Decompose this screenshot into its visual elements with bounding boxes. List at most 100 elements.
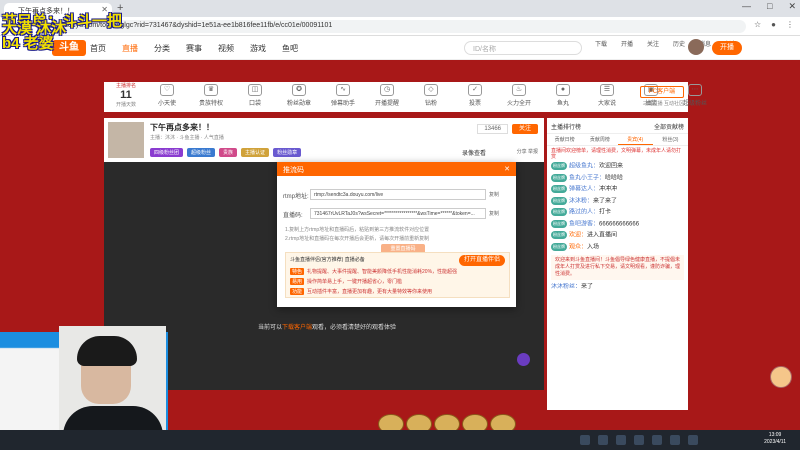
- tool-noble[interactable]: ♛ 贵族特权: [194, 84, 228, 107]
- tool-fishball[interactable]: ● 鱼丸: [546, 84, 580, 107]
- window-controls: — □ ✕: [742, 1, 796, 12]
- vote-icon: ✓: [468, 84, 482, 96]
- stream-key-field[interactable]: 731467rUvLRTaJ0s?wsSecret=**************…: [310, 208, 486, 219]
- chat-list[interactable]: 粉丝牌 超级鱼丸：欢迎回来 粉丝牌 鱼丸小王子：哈哈哈 粉丝牌 弹幕达人：冲冲冲 粉丝…: [547, 162, 688, 291]
- nav-item-live[interactable]: 直播: [122, 43, 138, 54]
- app-icon[interactable]: [598, 435, 608, 445]
- os-taskbar: 13:09 2023/4/11: [0, 430, 800, 450]
- follow-button[interactable]: 关注: [512, 124, 538, 134]
- pc-client-sub: 三屏直播 互动社区: [642, 101, 684, 107]
- chat-notice: 欢迎来到斗鱼直播间！斗鱼倡导绿色健康直播，不提倡未成年人打赏及进行私下交易，请文…: [551, 254, 684, 280]
- avatar[interactable]: [688, 39, 704, 55]
- record-link[interactable]: 录像查看: [462, 148, 486, 157]
- tool-fire[interactable]: ♨ 火力全开: [502, 84, 536, 107]
- site-nav: 斗鱼 首页 直播 分类 赛事 视频 游戏 鱼吧 ID/名称 下载 开播 关注 历…: [0, 36, 800, 60]
- angel-icon: ♡: [160, 84, 174, 96]
- tool-danmu[interactable]: ∿ 弹幕助手: [326, 84, 360, 107]
- download-client-link[interactable]: 下载客户端: [282, 325, 312, 331]
- app-icon[interactable]: [634, 435, 644, 445]
- chat-message: 粉丝牌 鱼吧游客：666666666666: [551, 219, 640, 228]
- nav-item-games[interactable]: 游戏: [250, 43, 266, 54]
- fire-icon: ♨: [512, 84, 526, 96]
- profile-icon[interactable]: ●: [771, 20, 776, 29]
- nav-item-events[interactable]: 赛事: [186, 43, 202, 54]
- chat-message: 沐沐粉丝：来了: [551, 283, 594, 290]
- tool-fan-medal[interactable]: ✪ 粉丝勋章: [282, 84, 316, 107]
- app-icon[interactable]: [652, 435, 662, 445]
- tool-remind[interactable]: ◷ 开播提醒: [370, 84, 404, 107]
- tool-angel[interactable]: ♡ 小天使: [150, 84, 184, 107]
- clock-date: 2023/4/11: [764, 439, 786, 445]
- crown-icon: ♛: [204, 84, 218, 96]
- star-icon[interactable]: ☆: [754, 20, 761, 29]
- host-rank-link[interactable]: 主播排行榜: [551, 122, 581, 131]
- address-icons: ☆ ● ⋮: [754, 20, 794, 29]
- copy-key-button[interactable]: 复制: [489, 210, 499, 217]
- rank-number: 11: [120, 89, 132, 101]
- floating-gift-icon[interactable]: [770, 366, 792, 388]
- nav-item-category[interactable]: 分类: [154, 43, 170, 54]
- rank-box[interactable]: 主播排名 11 开播天数: [106, 82, 146, 112]
- app-icon[interactable]: [670, 435, 680, 445]
- rtmp-field[interactable]: rtmp://sendtc3a.douyu.com/live: [310, 189, 486, 200]
- maximize-button[interactable]: □: [767, 1, 772, 12]
- room-tag[interactable]: 超级粉丝: [187, 148, 216, 157]
- tab-weekly[interactable]: 贡献周榜: [582, 134, 617, 145]
- tool-diamond[interactable]: ◇ 钻粉: [414, 84, 448, 107]
- host-avatar[interactable]: [108, 122, 144, 158]
- nav-download[interactable]: 下载: [594, 39, 608, 48]
- nav-follow[interactable]: 关注: [646, 39, 660, 48]
- tab-daily[interactable]: 贡献日榜: [547, 134, 582, 145]
- webcam-person-hair: [77, 336, 137, 366]
- site-logo[interactable]: 斗鱼: [52, 40, 86, 56]
- menu-icon[interactable]: ⋮: [786, 20, 794, 29]
- bag-icon: ◫: [248, 84, 262, 96]
- tool-talk[interactable]: ☰ 大家说: [590, 84, 624, 107]
- tab-vip[interactable]: 贵宾(4): [617, 134, 653, 145]
- app-icon[interactable]: [688, 435, 698, 445]
- close-icon[interactable]: ✕: [504, 165, 510, 173]
- chat-message: 粉丝牌 弹幕达人：冲冲冲: [551, 185, 618, 194]
- share-links[interactable]: 分享 举报: [517, 148, 538, 155]
- chat-panel: 主播排行榜 全部贡献榜 贡献日榜 贡献周榜 贵宾(4) 粉丝(3) 直播间欢迎榜…: [547, 118, 688, 410]
- rank-label: 主播排名: [115, 83, 136, 89]
- search-input[interactable]: ID/名称: [464, 41, 582, 55]
- tool-feature: 功能 互动插件丰富，直播更加有趣，更有大量特效等你来使用: [290, 288, 433, 295]
- room-tag[interactable]: 粉丝勋章: [273, 148, 302, 157]
- app-icon[interactable]: [580, 435, 590, 445]
- wave-icon: ∿: [336, 84, 350, 96]
- tool-pocket[interactable]: ◫ 口袋: [238, 84, 272, 107]
- medal-icon: ✪: [292, 84, 306, 96]
- minimize-button[interactable]: —: [742, 1, 751, 12]
- app-icon[interactable]: [616, 435, 626, 445]
- pc-client-button[interactable]: PC客户端: [640, 86, 684, 98]
- key-label: 直播码:: [283, 213, 303, 219]
- room-title: 下午再点多来！！: [150, 123, 214, 132]
- nav-history[interactable]: 历史: [672, 39, 686, 48]
- tool-vote[interactable]: ✓ 投票: [458, 84, 492, 107]
- copy-rtmp-button[interactable]: 复制: [489, 191, 499, 198]
- room-meta: 主播：沐沐 · 斗鱼主播 · 人气直播: [150, 135, 224, 141]
- open-tool-button[interactable]: 打开直播伴侣: [459, 255, 505, 266]
- chat-message: 粉丝牌 观众：入场: [551, 243, 600, 252]
- nav-item-home[interactable]: 首页: [90, 43, 106, 54]
- taskbar-clock[interactable]: 13:09 2023/4/11: [764, 432, 786, 446]
- room-header: 下午再点多来！！ 主播：沐沐 · 斗鱼主播 · 人气直播 四级粉丝团 超级粉丝 …: [104, 118, 544, 162]
- room-tag[interactable]: 主播认证: [241, 148, 270, 157]
- streaming-tool-box: 斗鱼直播伴侣(官方推荐) 直播必备 打开直播伴侣 特色 礼物提醒、大事件提醒、智能…: [285, 252, 510, 298]
- room-tag[interactable]: 贵族: [219, 148, 238, 157]
- contrib-rank-link[interactable]: 全部贡献榜: [654, 122, 684, 131]
- floating-ball-icon[interactable]: [517, 353, 530, 366]
- start-live-button[interactable]: 开播: [712, 41, 742, 55]
- player-message: 当前可以下载客户端观看，必须看清楚好的观看体验: [258, 325, 397, 331]
- close-window-button[interactable]: ✕: [788, 1, 796, 12]
- overlay-line-3: b4 老婆: [2, 35, 54, 52]
- nav-start-live[interactable]: 开播: [620, 39, 634, 48]
- nav-item-video[interactable]: 视频: [218, 43, 234, 54]
- chat-icon: ☰: [600, 84, 614, 96]
- room-tag[interactable]: 四级粉丝团: [150, 148, 184, 157]
- nav-item-fishbar[interactable]: 鱼吧: [282, 43, 298, 54]
- url-field[interactable]: douyu.com/topic/yglgc?rid=731467&dyshid=…: [56, 20, 746, 33]
- tab-fans[interactable]: 粉丝(3): [653, 134, 688, 145]
- panel-tabs: 贡献日榜 贡献周榜 贵宾(4) 粉丝(3): [547, 134, 688, 146]
